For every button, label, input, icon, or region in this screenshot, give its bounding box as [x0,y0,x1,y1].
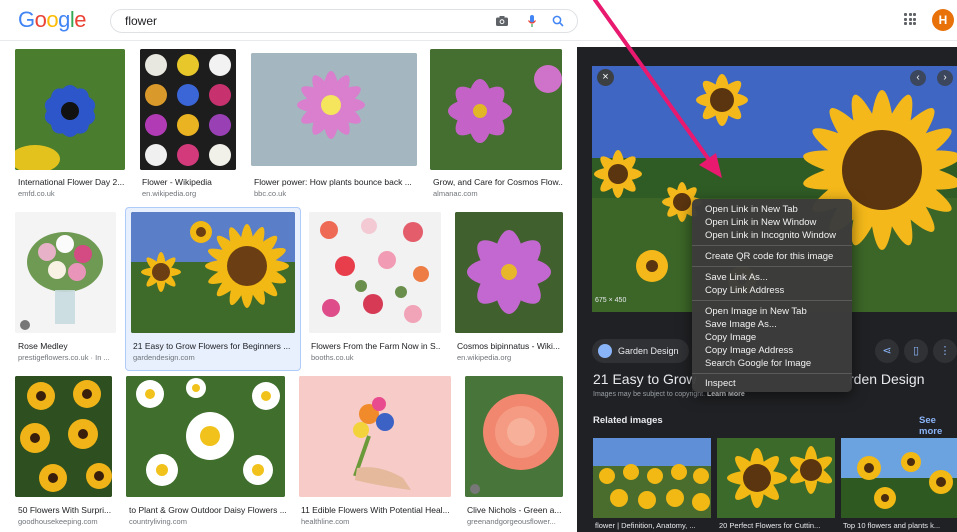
result-thumb-2[interactable] [140,49,236,170]
result-caption[interactable]: 21 Easy to Grow Flowers for Beginners ..… [133,341,293,351]
result-source: en.wikipedia.org [142,189,197,198]
context-menu: Open Link in New Tab Open Link in New Wi… [692,199,852,392]
menu-copy-image-address[interactable]: Copy Image Address [705,345,793,356]
result-thumb-8[interactable] [455,212,563,333]
result-thumb-9[interactable] [15,376,112,497]
close-icon[interactable]: × [597,69,614,86]
result-source: en.wikipedia.org [457,353,512,362]
preview-title-right[interactable]: rden Design [849,371,925,387]
mic-icon[interactable] [525,14,539,28]
menu-open-image-new-tab[interactable]: Open Image in New Tab [705,306,807,317]
menu-copy-image[interactable]: Copy Image [705,332,756,343]
search-box[interactable]: flower [110,9,578,33]
result-caption[interactable]: to Plant & Grow Outdoor Daisy Flowers ..… [129,505,287,515]
result-thumb-10[interactable] [126,376,285,497]
copyright-notice: Images may be subject to copyright. Lear… [593,391,745,398]
image-dimensions: 675 × 450 [595,297,627,304]
result-caption[interactable]: Grow, and Care for Cosmos Flow... [433,177,563,187]
bookmark-icon[interactable]: ▯ [904,339,928,363]
menu-search-google-for-image[interactable]: Search Google for Image [705,358,811,369]
result-thumb-5[interactable] [15,212,116,333]
menu-inspect[interactable]: Inspect [705,378,736,389]
menu-divider [692,245,852,246]
result-caption[interactable]: Clive Nichols - Green a... [467,505,563,515]
share-icon[interactable]: ⋖ [875,339,899,363]
related-caption[interactable]: 20 Perfect Flowers for Cuttin... [719,521,837,530]
result-thumb-1[interactable] [15,49,125,170]
related-thumb-2[interactable] [717,438,835,518]
result-caption[interactable]: Rose Medley [18,341,118,351]
related-thumb-1[interactable] [593,438,711,518]
see-more-link[interactable]: See more [919,415,957,437]
menu-open-link-incognito[interactable]: Open Link in Incognito Window [705,230,836,241]
next-icon[interactable]: › [937,70,953,86]
result-caption[interactable]: Flower - Wikipedia [142,177,238,187]
result-caption[interactable]: International Flower Day 2... [18,177,126,187]
result-thumb-6[interactable] [131,212,295,333]
result-source: countryliving.com [129,517,187,526]
menu-divider [692,300,852,301]
result-thumb-4[interactable] [430,49,562,170]
result-thumb-11[interactable] [299,376,451,497]
globe-icon [598,344,612,358]
site-name: Garden Design [618,346,679,356]
search-icon[interactable] [551,14,565,28]
more-options-icon[interactable]: ⋮ [933,339,957,363]
related-thumb-3[interactable] [841,438,957,518]
result-caption[interactable]: 50 Flowers With Surpri... [18,505,113,515]
result-source: gardendesign.com [133,353,195,362]
menu-save-image-as[interactable]: Save Image As... [705,319,777,330]
result-caption[interactable]: Flowers From the Farm Now in S... [311,341,441,351]
result-source: healthline.com [301,517,350,526]
related-images-heading: Related images [593,415,663,426]
result-source: emfd.co.uk [18,189,55,198]
menu-divider [692,266,852,267]
learn-more-link[interactable]: Learn More [707,391,745,398]
preview-title-left[interactable]: 21 Easy to Grow [593,371,697,387]
previous-icon[interactable]: ‹ [910,70,926,86]
menu-open-link-new-window[interactable]: Open Link in New Window [705,217,816,228]
search-input[interactable]: flower [125,14,157,28]
result-source: bbc.co.uk [254,189,287,198]
google-logo[interactable]: Google [18,7,87,33]
result-source: greenandgorgeousflower... [467,517,556,526]
menu-save-link-as[interactable]: Save Link As... [705,272,768,283]
result-source: almanac.com [433,189,478,198]
menu-create-qr-code[interactable]: Create QR code for this image [705,251,833,262]
result-caption[interactable]: Cosmos bipinnatus - Wiki... [457,341,563,351]
result-thumb-7[interactable] [309,212,441,333]
avatar[interactable]: H [932,9,954,31]
result-thumb-12[interactable] [465,376,563,497]
camera-icon[interactable] [495,14,509,28]
site-chip[interactable]: Garden Design [592,339,689,363]
menu-open-link-new-tab[interactable]: Open Link in New Tab [705,204,798,215]
related-caption[interactable]: Top 10 flowers and plants k... [843,521,957,530]
related-caption[interactable]: flower | Definition, Anatomy, ... [595,521,713,530]
menu-divider [692,373,852,374]
top-bar: Google flower H [0,0,957,41]
result-source: booths.co.uk [311,353,354,362]
result-thumb-3[interactable] [251,53,417,166]
menu-copy-link-address[interactable]: Copy Link Address [705,285,784,296]
result-source: prestigeflowers.co.uk · In ... [18,353,110,362]
result-caption[interactable]: Flower power: How plants bounce back ... [254,177,416,187]
apps-icon[interactable] [904,13,916,25]
result-source: goodhousekeeping.com [18,517,98,526]
result-caption[interactable]: 11 Edible Flowers With Potential Heal... [301,505,451,515]
